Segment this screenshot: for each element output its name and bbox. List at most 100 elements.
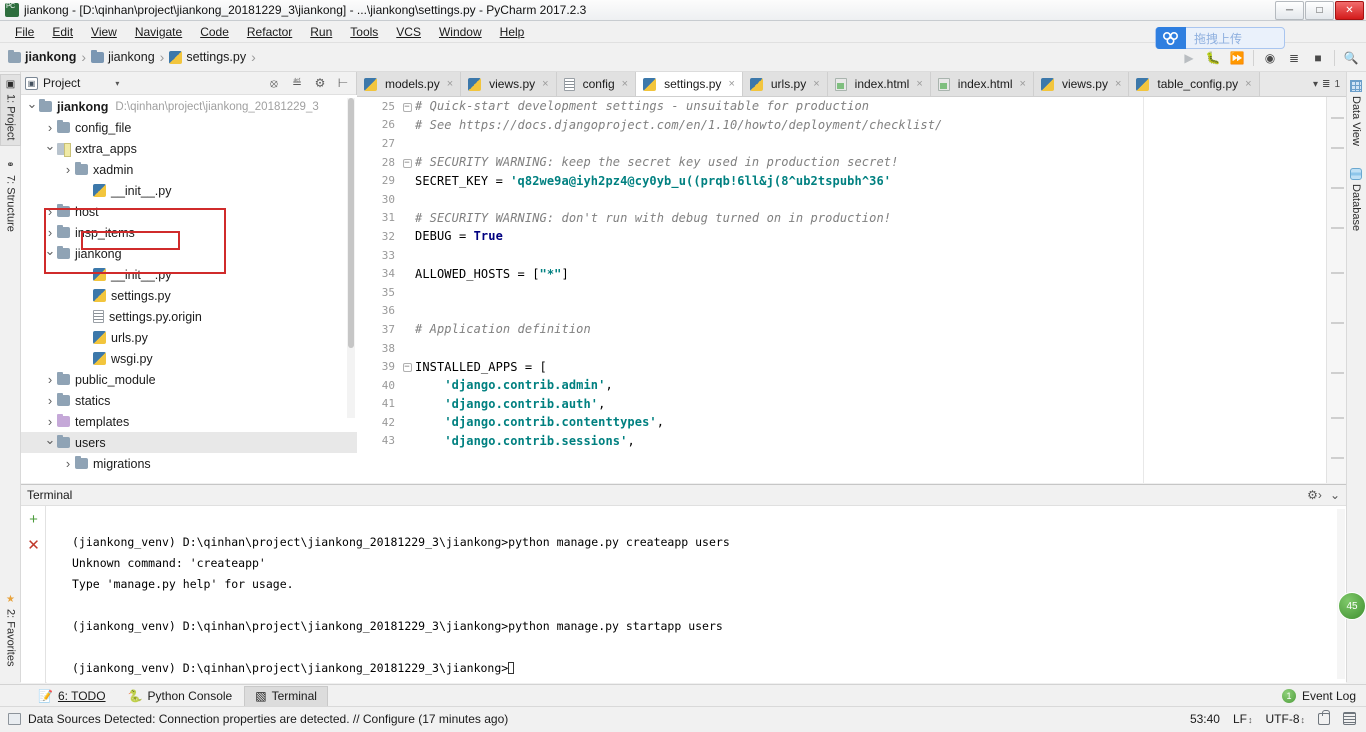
terminal-add-button[interactable]: + (21, 506, 46, 532)
coverage-icon[interactable]: ⏩ (1226, 47, 1248, 69)
chevron-right-icon[interactable] (61, 456, 75, 471)
editor-marker-bar[interactable] (1326, 97, 1346, 483)
menu-item-code[interactable]: Code (191, 23, 238, 41)
project-panel-title[interactable]: Project (43, 76, 80, 90)
tree-item-host[interactable]: host (21, 201, 357, 222)
close-icon[interactable]: × (447, 78, 453, 90)
fold-marker[interactable]: − (399, 361, 415, 373)
menu-item-refactor[interactable]: Refactor (238, 23, 301, 41)
debug-icon[interactable]: 🐛 (1202, 47, 1224, 69)
editor-tab-index-html[interactable]: index.html × (827, 72, 931, 96)
menu-item-window[interactable]: Window (430, 23, 491, 41)
tree-item--init-py[interactable]: __init__.py (21, 180, 357, 201)
breadcrumb-item-project[interactable]: jiankong (25, 50, 76, 64)
minimize-button[interactable]: ─ (1275, 1, 1304, 20)
close-icon[interactable]: × (916, 78, 922, 90)
menu-item-edit[interactable]: Edit (43, 23, 82, 41)
close-icon[interactable]: × (622, 78, 628, 90)
editor-tab-views-py[interactable]: views.py × (1033, 72, 1130, 96)
terminal-output[interactable]: (jiankong_venv) D:\qinhan\project\jianko… (47, 506, 1346, 683)
tree-item-public-module[interactable]: public_module (21, 369, 357, 390)
chevron-right-icon[interactable] (43, 372, 57, 387)
chevron-down-icon[interactable]: ▾ (1313, 79, 1318, 90)
close-icon[interactable]: × (1245, 78, 1251, 90)
close-icon[interactable]: × (1115, 78, 1121, 90)
sidebar-item-database[interactable]: Database (1346, 164, 1366, 244)
fold-marker[interactable]: − (399, 101, 415, 112)
menu-item-vcs[interactable]: VCS (387, 23, 430, 41)
tree-item-wsgi-py[interactable]: wsgi.py (21, 348, 357, 369)
terminal-close-button[interactable]: ✕ (21, 532, 46, 558)
sidebar-item-data-view[interactable]: Data View (1346, 76, 1366, 156)
editor-tab-index-html[interactable]: index.html × (930, 72, 1034, 96)
chevron-right-icon[interactable] (43, 393, 57, 408)
code-area[interactable]: 25− # Quick-start development settings - … (357, 97, 1346, 483)
hide-icon[interactable]: ⊢ (334, 74, 352, 92)
chevron-right-icon[interactable] (43, 204, 57, 219)
tree-item-migrations[interactable]: migrations (21, 453, 357, 474)
editor-tab-views-py[interactable]: views.py × (461, 72, 557, 96)
close-icon[interactable]: × (1020, 78, 1026, 90)
hide-icon[interactable]: ⌄ (1330, 488, 1340, 502)
editor-tab-strip[interactable]: models.py × views.py × config × settings.py × ur… (357, 72, 1346, 97)
chevron-right-icon[interactable] (43, 414, 57, 429)
chevron-right-icon[interactable] (43, 120, 57, 135)
lock-icon[interactable] (1318, 709, 1330, 725)
menu-item-file[interactable]: File (6, 23, 43, 41)
chevron-down-icon[interactable] (25, 99, 39, 115)
tree-item-urls-py[interactable]: urls.py (21, 327, 357, 348)
menu-item-help[interactable]: Help (491, 23, 534, 41)
gear-icon[interactable]: ⚙› (1307, 488, 1322, 502)
chevron-right-icon[interactable] (43, 225, 57, 240)
stop-icon[interactable]: ■ (1307, 47, 1329, 69)
tree-item-settings-py-origin[interactable]: settings.py.origin (21, 306, 357, 327)
tree-item-jiankong[interactable]: jiankong D:\qinhan\project\jiankong_20181… (21, 96, 357, 117)
collapse-all-icon[interactable]: ⦻ (265, 74, 283, 92)
menu-item-view[interactable]: View (82, 23, 126, 41)
tree-item-statics[interactable]: statics (21, 390, 357, 411)
search-icon[interactable]: 🔍 (1340, 47, 1362, 69)
tree-item-extra-apps[interactable]: extra_apps (21, 138, 357, 159)
tree-item-insp-items[interactable]: insp_items (21, 222, 357, 243)
tree-item-settings-py[interactable]: settings.py (21, 285, 357, 306)
menu-item-run[interactable]: Run (301, 23, 341, 41)
fold-marker[interactable]: − (399, 157, 415, 168)
menu-item-tools[interactable]: Tools (341, 23, 387, 41)
line-separator[interactable]: LF (1233, 712, 1253, 726)
breadcrumb-item-file[interactable]: settings.py (186, 50, 246, 64)
editor-tabs-overflow[interactable]: ▾ ≣ 1 (1307, 72, 1346, 96)
tree-item--init-py[interactable]: __init__.py (21, 264, 357, 285)
event-log-button[interactable]: 1 Event Log (1281, 688, 1366, 703)
float-badge[interactable]: 45 (1338, 592, 1366, 620)
profile-icon[interactable]: ◉ (1259, 47, 1281, 69)
caret-position[interactable]: 53:40 (1190, 712, 1220, 726)
editor-tab-urls-py[interactable]: urls.py × (742, 72, 828, 96)
sidebar-item-structure[interactable]: ⚭ 7: Structure (0, 156, 21, 248)
project-scrollbar-thumb[interactable] (348, 98, 354, 348)
bottom-tab-todo[interactable]: 📝 6: TODO (28, 686, 116, 706)
run-icon[interactable]: ▶ (1178, 47, 1200, 69)
expand-all-icon[interactable]: ≝ (288, 74, 306, 92)
chevron-down-icon[interactable] (43, 141, 57, 157)
close-icon[interactable]: × (542, 78, 548, 90)
editor-tab-settings-py[interactable]: settings.py × (636, 72, 743, 96)
tree-item-xadmin[interactable]: xadmin (21, 159, 357, 180)
close-icon[interactable]: × (728, 78, 734, 90)
tree-item-config-file[interactable]: config_file (21, 117, 357, 138)
project-tree[interactable]: jiankong D:\qinhan\project\jiankong_20181… (21, 95, 357, 483)
menu-item-navigate[interactable]: Navigate (126, 23, 191, 41)
chevron-down-icon[interactable] (43, 435, 57, 451)
run-with-console-icon[interactable]: ≣ (1283, 47, 1305, 69)
sidebar-item-favorites[interactable]: ★ 2: Favorites (0, 590, 21, 682)
sidebar-item-project[interactable]: ▣ 1: Project (0, 74, 21, 146)
editor-tab-table-config-py[interactable]: table_config.py × (1129, 72, 1260, 96)
chevron-down-icon[interactable] (43, 246, 57, 262)
project-scrollbar[interactable] (347, 98, 355, 418)
editor-tab-config[interactable]: config × (556, 72, 637, 96)
tab-list-icon[interactable]: ≣ (1322, 79, 1330, 90)
close-button[interactable]: ✕ (1335, 1, 1364, 20)
chevron-down-icon[interactable]: ▾ (115, 79, 119, 88)
chevron-right-icon[interactable] (61, 162, 75, 177)
tree-item-users[interactable]: users (21, 432, 357, 453)
event-tray-icon[interactable] (1343, 712, 1356, 725)
